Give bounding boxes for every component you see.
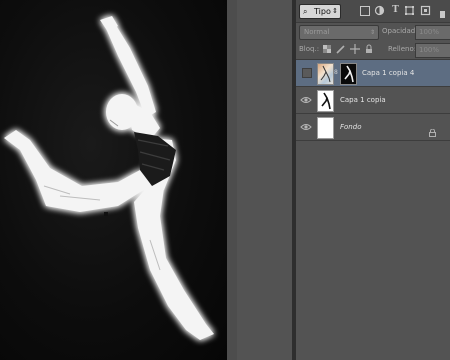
chevron-updown-icon: ⇕: [369, 29, 375, 36]
layer-thumbnail[interactable]: [317, 90, 334, 112]
layer-row[interactable]: Fondo: [296, 114, 450, 141]
fill-label: Relleno:: [388, 45, 417, 53]
type-filter-icon[interactable]: T: [390, 5, 401, 16]
layer-name[interactable]: Capa 1 copia 4: [362, 69, 414, 77]
opacity-field[interactable]: 100%: [415, 25, 450, 40]
lock-label: Bloq.:: [299, 45, 320, 53]
layer-name[interactable]: Capa 1 copia: [340, 96, 386, 104]
fill-field[interactable]: 100%: [415, 43, 450, 58]
layer-row[interactable]: Capa 1 copia: [296, 87, 450, 114]
lock-icon: [429, 122, 436, 137]
filter-kind-select[interactable]: ⌕ Tipo ⇕: [299, 4, 341, 19]
eye-icon[interactable]: [300, 121, 312, 133]
layers-panel: ⌕ Tipo ⇕ T Normal ⇕ Opacidad: 100% Bloq.…: [296, 0, 450, 360]
smart-object-filter-icon[interactable]: [420, 5, 431, 16]
lock-paint-icon[interactable]: [336, 44, 346, 54]
lock-position-icon[interactable]: [350, 44, 360, 54]
search-icon: ⌕: [303, 7, 308, 16]
adjustment-filter-icon[interactable]: [374, 5, 385, 16]
layer-filter-bar: ⌕ Tipo ⇕ T: [296, 0, 450, 22]
visibility-toggle[interactable]: [302, 68, 312, 78]
document-canvas[interactable]: [0, 0, 227, 360]
filter-kind-label: Tipo: [314, 7, 331, 16]
lock-all-icon[interactable]: [364, 44, 374, 54]
layer-row[interactable]: 8 Capa 1 copia 4: [296, 60, 450, 87]
canvas-pasteboard: [227, 0, 237, 360]
lock-row: Bloq.: Relleno: 100%: [296, 41, 450, 58]
dancer-image: [4, 16, 214, 340]
eye-icon[interactable]: [300, 94, 312, 106]
blend-mode-value: Normal: [304, 28, 330, 36]
layer-name[interactable]: Fondo: [340, 123, 361, 131]
layer-thumbnail[interactable]: [317, 117, 334, 139]
canvas-area[interactable]: [0, 0, 293, 360]
shape-filter-icon[interactable]: [404, 5, 415, 16]
image-filter-icon[interactable]: [360, 6, 370, 16]
chevron-updown-icon: ⇕: [332, 7, 338, 15]
blend-mode-select[interactable]: Normal ⇕: [299, 25, 379, 40]
layer-mask-thumbnail[interactable]: [340, 63, 357, 85]
layer-thumbnail[interactable]: [317, 63, 334, 85]
filter-toggle-icon[interactable]: [438, 5, 448, 18]
link-icon[interactable]: 8: [334, 69, 338, 76]
opacity-label: Opacidad:: [382, 27, 418, 35]
lock-transparent-icon[interactable]: [322, 44, 332, 54]
blend-row: Normal ⇕ Opacidad: 100%: [296, 23, 450, 40]
